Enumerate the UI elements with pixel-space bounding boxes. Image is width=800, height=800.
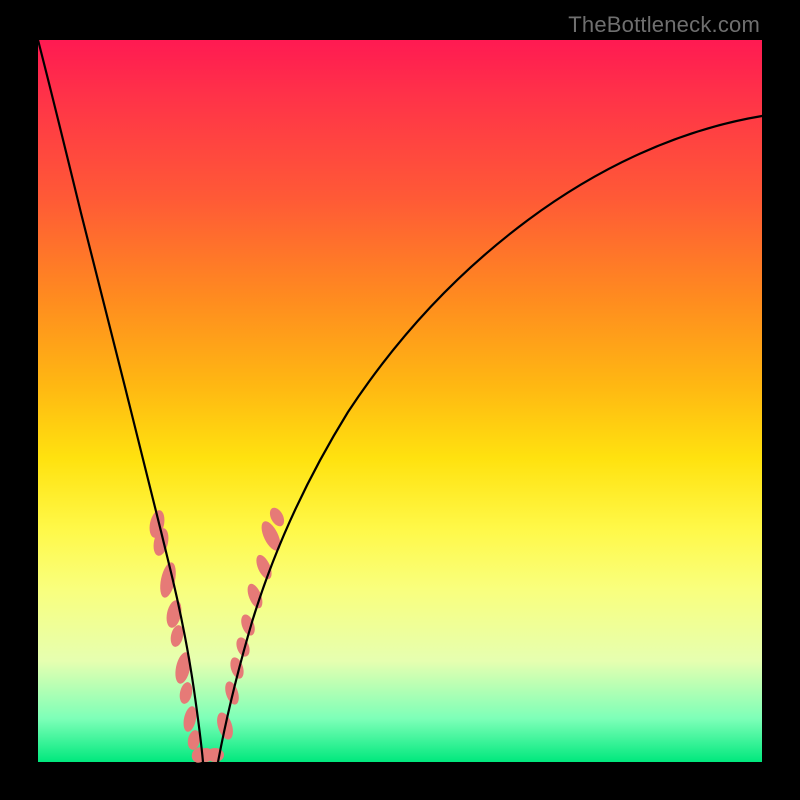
highlight-blobs xyxy=(147,505,287,765)
chart-stage: TheBottleneck.com xyxy=(0,0,800,800)
watermark-text: TheBottleneck.com xyxy=(568,12,760,38)
curve-left-branch xyxy=(38,40,203,762)
curve-right-branch xyxy=(218,116,762,762)
curve-overlay xyxy=(38,40,762,762)
